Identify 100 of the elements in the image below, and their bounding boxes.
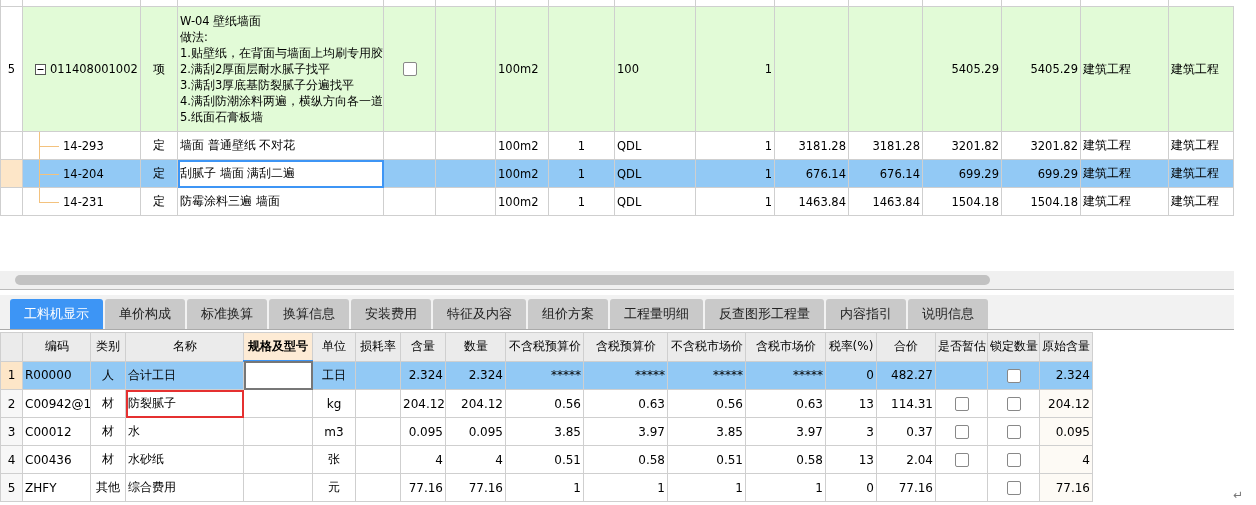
table-cell: 建筑工程	[1168, 131, 1234, 160]
table-cell: 676.14	[848, 159, 923, 188]
item-code: 14-231	[62, 194, 104, 209]
category-cell: 其他	[90, 473, 126, 502]
table-cell: 699.29	[1001, 159, 1081, 188]
table-cell: 3.97	[745, 417, 826, 446]
column-header[interactable]: 含税市场价	[745, 332, 826, 361]
table-cell: 建筑工程	[1080, 131, 1169, 160]
row-number: 4	[0, 445, 23, 474]
table-cell: 1463.84	[848, 187, 923, 216]
column-header[interactable]: 类别	[90, 332, 126, 361]
table-cell: 77.16	[400, 473, 446, 502]
table-cell: 77.16	[445, 473, 506, 502]
column-header[interactable]: 原始含量	[1039, 332, 1093, 361]
tab[interactable]: 工程量明细	[610, 299, 703, 329]
unit-cell: 100m2	[495, 187, 549, 216]
table-cell: 1504.18	[922, 187, 1002, 216]
type-cell: 定	[140, 131, 178, 160]
item-code: 14-293	[62, 138, 104, 153]
row-number: 1	[0, 361, 23, 390]
tab[interactable]: 标准换算	[187, 299, 267, 329]
checkbox[interactable]	[1006, 452, 1021, 467]
spec-input-field[interactable]	[243, 361, 313, 390]
checkbox[interactable]	[954, 452, 969, 467]
checkbox[interactable]	[954, 424, 969, 439]
horizontal-scrollbar[interactable]	[0, 271, 1234, 290]
tab[interactable]: 组价方案	[528, 299, 608, 329]
code-cell: C00012	[22, 417, 91, 446]
checkbox[interactable]	[1006, 424, 1021, 439]
tab[interactable]: 换算信息	[269, 299, 349, 329]
row-number: 5	[0, 473, 23, 502]
checkbox[interactable]	[1006, 480, 1021, 495]
column-header[interactable]: 含税预算价	[583, 332, 668, 361]
tab[interactable]: 安装费用	[351, 299, 431, 329]
collapse-icon[interactable]	[35, 63, 46, 75]
code-cell: R00000	[22, 361, 91, 390]
table-cell: 建筑工程	[1168, 6, 1234, 132]
column-header[interactable]: 不含税预算价	[505, 332, 584, 361]
code-cell: C00436	[22, 445, 91, 474]
column-header[interactable]: 合价	[876, 332, 936, 361]
checkbox[interactable]	[402, 62, 417, 77]
table-cell: 4	[400, 445, 446, 474]
checkbox[interactable]	[1006, 368, 1021, 383]
code-cell: C00942@1	[22, 389, 91, 418]
table-cell: 0.095	[400, 417, 446, 446]
table-cell: 482.27	[876, 361, 936, 390]
item-code: 14-204	[62, 166, 104, 181]
unit-cell: 100m2	[495, 131, 549, 160]
table-cell: 3.85	[667, 417, 746, 446]
tab[interactable]: 特征及内容	[433, 299, 526, 329]
table-cell: 1	[695, 159, 775, 188]
table-cell: 1	[695, 131, 775, 160]
table-cell: 1504.18	[1001, 187, 1081, 216]
table-cell: 204.12	[445, 389, 506, 418]
column-header[interactable]: 含量	[400, 332, 446, 361]
name-cell: 合计工日	[125, 361, 244, 390]
table-cell: 3201.82	[1001, 131, 1081, 160]
column-header[interactable]: 税率(%)	[825, 332, 877, 361]
description-cell: W-04 壁纸墙面 做法: 1.贴壁纸，在背面与墙面上均刷专用胶 2.满刮2厚面层耐水腻子找平 3.满刮3厚底基防裂腻子分遍找平 4.满刮防潮涂料两遍，横纵方向各一道 5.纸面石膏板墙	[177, 6, 384, 132]
table-cell: 建筑工程	[1080, 159, 1169, 188]
name-cell: 防裂腻子	[125, 389, 244, 418]
name-cell: 墙面 普通壁纸 不对花	[177, 131, 384, 160]
column-header[interactable]: 数量	[445, 332, 506, 361]
name-cell: 综合费用	[125, 473, 244, 502]
checkbox[interactable]	[954, 396, 969, 411]
table-cell: 77.16	[876, 473, 936, 502]
table-cell: 3181.28	[848, 131, 923, 160]
table-cell: 0.095	[445, 417, 506, 446]
table-cell: 13	[825, 389, 877, 418]
unit-cell: 100m2	[495, 6, 549, 132]
tab[interactable]: 单价构成	[105, 299, 185, 329]
table-cell: 5405.29	[951, 62, 999, 76]
table-cell: 3.85	[505, 417, 584, 446]
tab[interactable]: 内容指引	[826, 299, 906, 329]
tab[interactable]: 反查图形工程量	[705, 299, 824, 329]
table-cell: 0.58	[745, 445, 826, 474]
column-header[interactable]: 编码	[22, 332, 91, 361]
column-header[interactable]: 名称	[125, 332, 244, 361]
column-header[interactable]: 是否暂估	[935, 332, 988, 361]
name-input-field[interactable]: 刮腻子 墙面 满刮二遍	[177, 159, 384, 188]
table-cell: 3.97	[583, 417, 668, 446]
table-cell: 1	[583, 473, 668, 502]
table-cell: 1	[548, 187, 615, 216]
table-cell: 建筑工程	[1168, 159, 1234, 188]
unit-cell: m3	[312, 417, 356, 446]
name-cell: 防霉涂料三遍 墙面	[177, 187, 384, 216]
tab[interactable]: 说明信息	[908, 299, 988, 329]
table-cell: 676.14	[774, 159, 849, 188]
table-cell: 0.56	[667, 389, 746, 418]
table-cell: 2.324	[445, 361, 506, 390]
checkbox[interactable]	[1006, 396, 1021, 411]
column-header[interactable]: 单位	[312, 332, 356, 361]
column-header[interactable]: 不含税市场价	[667, 332, 746, 361]
column-header[interactable]: 锁定数量	[987, 332, 1040, 361]
table-cell: QDL	[614, 187, 696, 216]
column-header[interactable]: 规格及型号	[243, 332, 313, 361]
table-cell: 0.51	[505, 445, 584, 474]
item-code: 011408001002	[50, 62, 138, 76]
table-cell: 699.29	[922, 159, 1002, 188]
column-header[interactable]: 损耗率	[355, 332, 401, 361]
